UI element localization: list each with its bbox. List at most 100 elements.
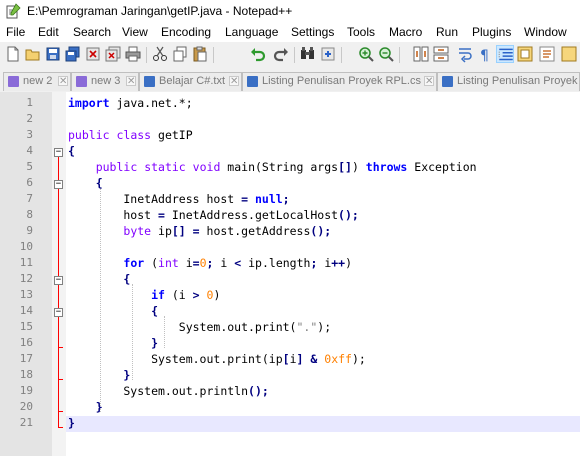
code-token: java.net.*; [109,96,193,110]
menu-plugins[interactable]: Plugins [472,25,511,39]
close-all-icon[interactable] [104,45,122,63]
tab-new-3[interactable]: new 3 ✕ [71,72,139,91]
code-token: [ [282,352,290,366]
code-token: i [317,256,332,270]
code-line[interactable]: 2 [0,111,580,127]
tab-listing-rpl-cs[interactable]: Listing Penulisan Proyek RPL.cs ✕ [242,72,437,91]
code-token: byte [123,224,152,238]
toolbar: ¶ [0,42,580,69]
code-line[interactable]: 9 byte ip[] = host.getAddress(); [0,223,580,239]
code-line[interactable]: 17 System.out.print(ip[i] & 0xff); [0,351,580,367]
code-text: if (i > 0) [68,287,220,303]
code-editor[interactable]: − − − − 1 import java.net.*; 2 3 public clas… [0,92,580,456]
replace-icon[interactable] [319,45,337,63]
code-line[interactable]: 3 public class getIP [0,127,580,143]
line-number: 3 [26,128,33,141]
new-file-icon[interactable] [4,45,22,63]
code-token: (); [310,224,332,238]
code-text: { [68,143,75,159]
function-list-icon[interactable] [538,45,556,63]
menu-search[interactable]: Search [73,25,111,39]
code-text: } [68,415,75,431]
code-line[interactable]: 19 System.out.println(); [0,383,580,399]
menu-language[interactable]: Language [225,25,278,39]
code-line[interactable]: 16 } [0,335,580,351]
code-line[interactable]: 20 } [0,399,580,415]
code-line[interactable]: 5 public static void main(String args[])… [0,159,580,175]
copy-icon[interactable] [171,45,189,63]
menu-run[interactable]: Run [436,25,458,39]
code-line[interactable]: 21} [0,415,580,431]
open-file-icon[interactable] [24,45,42,63]
code-token: } [68,416,75,430]
undo-icon[interactable] [249,45,267,63]
code-token: int [158,256,179,270]
code-token: ) [213,288,221,302]
tab-close-icon[interactable]: ✕ [424,76,434,87]
menu-settings[interactable]: Settings [291,25,334,39]
tab-close-icon[interactable]: ✕ [126,76,136,87]
tab-label: Belajar C#.txt [159,75,226,87]
zoom-in-icon[interactable] [357,45,375,63]
menu-edit[interactable]: Edit [38,25,59,39]
code-line[interactable]: 6 { [0,175,580,191]
menu-file[interactable]: File [6,25,25,39]
save-all-icon[interactable] [64,45,82,63]
tab-listing-rpl-2[interactable]: Listing Penulisan Proyek R [437,72,580,91]
document-map-icon[interactable] [516,45,534,63]
title-bar: E:\Pemrograman Jaringan\getIP.java - Not… [0,0,580,22]
code-text: System.out.println(); [68,383,268,399]
zoom-out-icon[interactable] [377,45,395,63]
code-token: ++ [331,256,346,270]
sync-vertical-icon[interactable] [412,45,430,63]
code-line[interactable]: 7 InetAddress host = null; [0,191,580,207]
code-line[interactable]: 10 [0,239,580,255]
find-icon[interactable] [299,45,317,63]
code-token: { [95,176,103,190]
print-icon[interactable] [124,45,142,63]
line-number: 5 [26,160,33,173]
cut-icon[interactable] [151,45,169,63]
tab-close-icon[interactable]: ✕ [229,76,239,87]
menu-window[interactable]: Window [524,25,567,39]
sync-horizontal-icon[interactable] [432,45,450,63]
code-token: 0xff [324,352,352,366]
save-icon[interactable] [44,45,62,63]
close-icon[interactable] [84,45,102,63]
code-text: { [68,175,103,191]
code-token: ip.length [241,256,311,270]
code-token: { [151,304,159,318]
more-toolbar-icon[interactable] [560,45,578,63]
menu-view[interactable]: View [122,25,148,39]
show-all-characters-icon[interactable]: ¶ [476,45,494,63]
menu-macro[interactable]: Macro [389,25,422,39]
code-line[interactable]: 4{ [0,143,580,159]
line-number: 18 [19,368,33,381]
code-line[interactable]: 18 } [0,367,580,383]
file-icon [442,76,453,87]
tab-close-icon[interactable]: ✕ [58,76,68,87]
code-token: 0 [199,256,207,270]
code-token: { [123,272,131,286]
code-token: ) [351,160,366,174]
code-line[interactable]: 12 { [0,271,580,287]
menu-tools[interactable]: Tools [347,25,375,39]
code-token: host.getAddress [199,224,311,238]
code-line[interactable]: 1 import java.net.*; [0,95,580,111]
code-line[interactable]: 13 if (i > 0) [0,287,580,303]
code-line[interactable]: 11 for (int i=0; i < ip.length; i++) [0,255,580,271]
line-number: 15 [19,320,33,333]
tab-new-2[interactable]: new 2 ✕ [3,72,71,91]
menu-encoding[interactable]: Encoding [161,25,211,39]
code-line[interactable]: 15 System.out.print("."); [0,319,580,335]
redo-icon[interactable] [272,45,290,63]
code-line[interactable]: 8 host = InetAddress.getLocalHost(); [0,207,580,223]
tab-belajar-csharp[interactable]: Belajar C#.txt ✕ [139,72,242,91]
indent-guide-icon[interactable] [496,45,514,63]
code-line[interactable]: 14 { [0,303,580,319]
word-wrap-icon[interactable] [456,45,474,63]
paste-icon[interactable] [191,45,209,63]
